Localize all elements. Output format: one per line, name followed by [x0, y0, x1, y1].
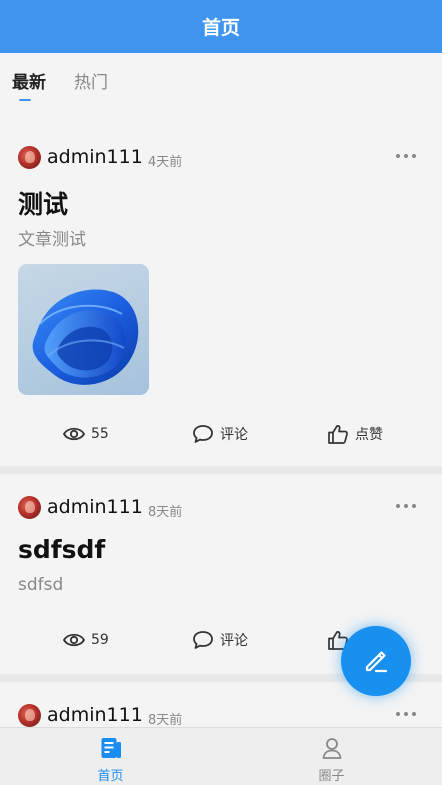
view-count[interactable]: 59: [63, 628, 109, 652]
post-time: 4天前: [148, 155, 183, 170]
tab-hot[interactable]: 热门: [74, 68, 108, 93]
post-card[interactable]: admin111 4天前 测试 文章测试 55 评论 点赞: [0, 109, 442, 466]
create-post-button[interactable]: [341, 626, 411, 696]
nav-label-circle: 圈子: [318, 769, 345, 784]
more-icon[interactable]: [396, 153, 416, 159]
comment-label: 评论: [220, 427, 248, 443]
edit-pencil-icon: [365, 651, 388, 673]
like-button[interactable]: 点赞: [327, 422, 383, 446]
post-summary: 文章测试: [18, 230, 86, 250]
post-title[interactable]: sdfsdf: [18, 535, 105, 564]
comment-button[interactable]: 评论: [192, 628, 248, 652]
avatar[interactable]: [18, 146, 41, 169]
comment-label: 评论: [220, 633, 248, 649]
post-author[interactable]: admin111: [47, 496, 143, 518]
post-summary: sdfsd: [18, 575, 64, 595]
comment-icon: [193, 631, 213, 649]
thumbs-up-icon: [328, 425, 348, 444]
eye-icon: [63, 633, 85, 647]
nav-item-home[interactable]: 首页: [0, 728, 221, 785]
more-icon[interactable]: [396, 503, 416, 509]
feed-tabs: 最新 热门: [0, 53, 442, 109]
view-count[interactable]: 55: [63, 422, 109, 446]
post-title[interactable]: 测试: [18, 185, 68, 221]
post-divider: [0, 466, 442, 474]
eye-icon: [63, 427, 85, 441]
avatar[interactable]: [18, 496, 41, 519]
comment-icon: [193, 425, 213, 443]
comment-button[interactable]: 评论: [192, 422, 248, 446]
post-time: 8天前: [148, 505, 183, 520]
document-icon: [101, 738, 121, 758]
post-author[interactable]: admin111: [47, 146, 143, 168]
nav-label-home: 首页: [97, 769, 124, 784]
post-actions: 55 评论 点赞: [0, 422, 442, 446]
view-count-value: 59: [91, 632, 109, 648]
post-author[interactable]: admin111: [47, 704, 143, 726]
nav-item-circle[interactable]: 圈子: [221, 728, 442, 785]
like-label: 点赞: [355, 427, 383, 443]
bottom-nav: 首页 圈子: [0, 727, 442, 785]
tab-latest[interactable]: 最新: [12, 68, 46, 93]
user-icon: [322, 738, 341, 759]
post-image[interactable]: [18, 264, 149, 395]
tab-indicator: [19, 99, 31, 101]
app-header: 首页: [0, 0, 442, 53]
view-count-value: 55: [91, 426, 109, 442]
more-icon[interactable]: [396, 711, 416, 717]
avatar[interactable]: [18, 704, 41, 727]
post-time: 8天前: [148, 713, 183, 727]
page-title: 首页: [201, 17, 240, 39]
